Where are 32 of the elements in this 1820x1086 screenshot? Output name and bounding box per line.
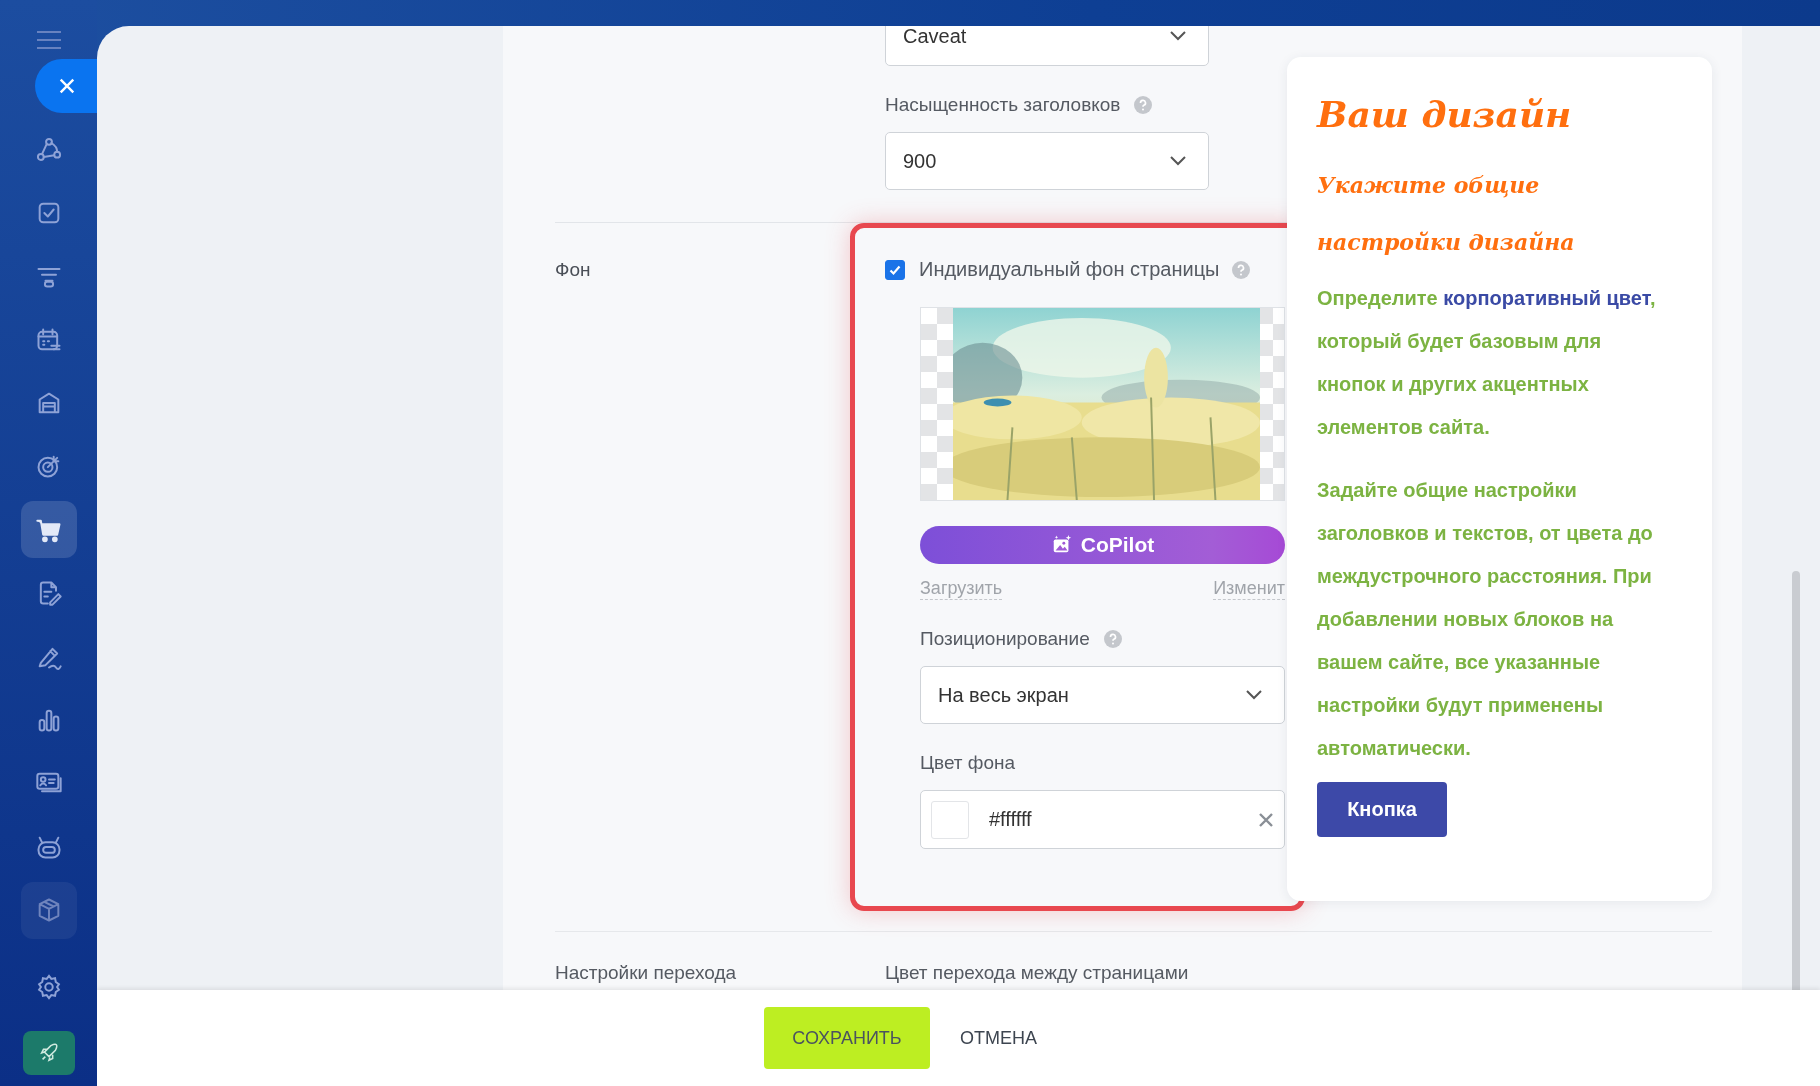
save-button[interactable]: СОХРАНИТЬ bbox=[764, 1007, 930, 1069]
copilot-button[interactable]: CoPilot bbox=[920, 526, 1285, 564]
sidebar-item[interactable] bbox=[20, 501, 77, 559]
clear-icon[interactable] bbox=[1258, 811, 1274, 828]
chevron-icon bbox=[1170, 156, 1186, 166]
checkbox[interactable] bbox=[885, 259, 905, 280]
preview-subtitle: Укажите общие настройки дизайна bbox=[1317, 171, 1576, 257]
nodes-icon bbox=[34, 135, 63, 164]
cancel-button[interactable]: ОТМЕНА bbox=[954, 1026, 1043, 1050]
close-button[interactable] bbox=[35, 59, 97, 113]
scrollbar[interactable] bbox=[1792, 571, 1800, 990]
chevron-icon bbox=[1246, 690, 1262, 700]
field-label: Насыщенность заголовков bbox=[885, 94, 1121, 116]
positioning-select[interactable]: На весь экран bbox=[920, 666, 1285, 724]
link[interactable]: корпоративный цвет bbox=[1443, 287, 1650, 309]
close-icon bbox=[58, 77, 76, 95]
field-label: Позиционирование bbox=[920, 628, 1090, 650]
field-label: Цвет перехода между страницами bbox=[885, 962, 1190, 984]
color-swatch[interactable] bbox=[931, 800, 969, 839]
preview-paragraph: Определите корпоративный цвет, который будет базовым для кнопок и других акцентных элементов сайта. bbox=[1317, 286, 1657, 440]
field-label: Цвет фона bbox=[920, 752, 1016, 774]
weight-select[interactable]: 900 bbox=[885, 132, 1209, 190]
font-select[interactable]: Caveat bbox=[885, 26, 1209, 66]
section-label: Настройки перехода bbox=[555, 962, 737, 983]
chevron-icon bbox=[1170, 31, 1186, 41]
section-label: Фон bbox=[555, 259, 591, 280]
checkbox-label: Индивидуальный фон страницы bbox=[919, 258, 1220, 281]
menu-icon[interactable] bbox=[36, 31, 61, 49]
sample-button[interactable]: Кнопка bbox=[1317, 782, 1447, 837]
preview-title: Ваш дизайн bbox=[1317, 93, 1573, 135]
preview-paragraph: Задайте общие настройки заголовков и текстов, от цвета до междустрочного расстояния. При добавлении новых блоков на вашем сайте, все указанные настройки будут применены автоматически. bbox=[1317, 478, 1654, 761]
rocket-button[interactable] bbox=[22, 1030, 75, 1075]
